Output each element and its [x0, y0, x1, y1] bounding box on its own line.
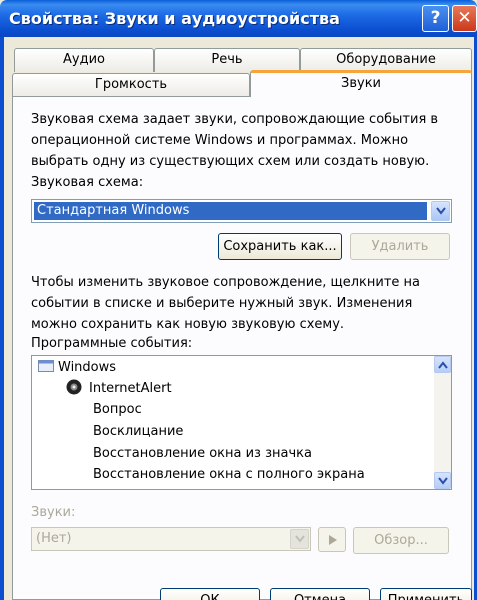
events-label: Программные события: — [31, 336, 193, 351]
info-line: Чтобы изменить звуковое сопровождение, щ… — [31, 275, 421, 290]
ok-button[interactable]: ОК — [160, 588, 260, 600]
close-button[interactable]: ✕ — [452, 5, 477, 32]
scheme-value: Стандартная Windows — [34, 202, 427, 220]
close-icon: ✕ — [457, 8, 472, 28]
info-line: можно сохранить как новую звуковую схему… — [31, 317, 345, 332]
help-icon: ? — [430, 8, 441, 28]
event-label: Windows — [58, 360, 117, 375]
title-bar: Свойства: Звуки и аудиоустройства ? ✕ — [0, 0, 477, 37]
windows-folder-icon — [38, 360, 54, 372]
tab-hardware[interactable]: Оборудование — [300, 48, 472, 72]
tab-volume[interactable]: Громкость — [12, 73, 250, 97]
event-label: InternetAlert — [89, 381, 172, 396]
tab-speech-label: Речь — [211, 52, 243, 67]
sounds-dropdown-button[interactable] — [290, 529, 309, 549]
tab-speech[interactable]: Речь — [154, 48, 300, 72]
list-item[interactable]: InternetAlert — [66, 379, 172, 399]
help-button[interactable]: ? — [422, 5, 449, 32]
tab-audio[interactable]: Аудио — [14, 48, 154, 72]
list-item[interactable]: Windows — [38, 358, 116, 378]
tab-hardware-label: Оборудование — [336, 52, 436, 67]
chevron-up-icon — [438, 361, 448, 369]
tab-volume-label: Громкость — [94, 77, 168, 92]
speaker-icon — [66, 379, 82, 395]
save-as-button[interactable]: Сохранить как... — [218, 233, 342, 260]
delete-button[interactable]: Удалить — [350, 233, 450, 260]
list-item[interactable]: Восклицание — [93, 422, 183, 442]
chevron-down-icon — [295, 535, 305, 543]
sounds-label: Звуки: — [31, 505, 76, 520]
play-icon — [329, 535, 337, 545]
sounds-select[interactable]: (Нет) — [31, 527, 311, 551]
intro-line: выбрать одну из существующих схем или со… — [31, 154, 430, 169]
chevron-down-icon — [438, 477, 448, 485]
window-frame-left — [0, 37, 4, 600]
cancel-button[interactable]: Отмена — [270, 588, 370, 600]
events-scrollbar[interactable] — [434, 356, 451, 489]
scheme-dropdown-button[interactable] — [431, 201, 450, 221]
scheme-select[interactable]: Стандартная Windows — [31, 199, 452, 223]
info-line: событии в списке и выберите нужный звук.… — [31, 296, 413, 311]
intro-line: Звуковая схема задает звуки, сопровождаю… — [31, 112, 439, 127]
chevron-down-icon — [436, 207, 446, 215]
tab-sounds[interactable]: Звуки — [250, 70, 472, 97]
info-text: Чтобы изменить звуковое сопровождение, щ… — [31, 272, 420, 335]
list-item[interactable]: Восстановление окна с полного экрана — [93, 465, 365, 485]
intro-text: Звуковая схема задает звуки, сопровождаю… — [31, 109, 438, 172]
browse-button[interactable]: Обзор... — [353, 527, 449, 554]
window-title: Свойства: Звуки и аудиоустройства — [9, 9, 340, 28]
list-item[interactable]: Вопрос — [93, 400, 142, 420]
events-list[interactable]: Windows InternetAlert Вопрос Восклицание… — [31, 355, 452, 490]
scheme-label: Звуковая схема: — [31, 175, 144, 190]
apply-button[interactable]: Применить — [380, 588, 472, 600]
play-button[interactable] — [318, 527, 346, 552]
scroll-up-button[interactable] — [434, 356, 451, 373]
tab-sounds-label: Звуки — [341, 76, 381, 91]
scroll-down-button[interactable] — [434, 472, 451, 489]
intro-line: операционной системе Windows и программа… — [31, 133, 409, 148]
tab-audio-label: Аудио — [63, 52, 105, 67]
sounds-value: (Нет) — [36, 531, 72, 546]
list-item[interactable]: Восстановление окна из значка — [93, 444, 312, 464]
